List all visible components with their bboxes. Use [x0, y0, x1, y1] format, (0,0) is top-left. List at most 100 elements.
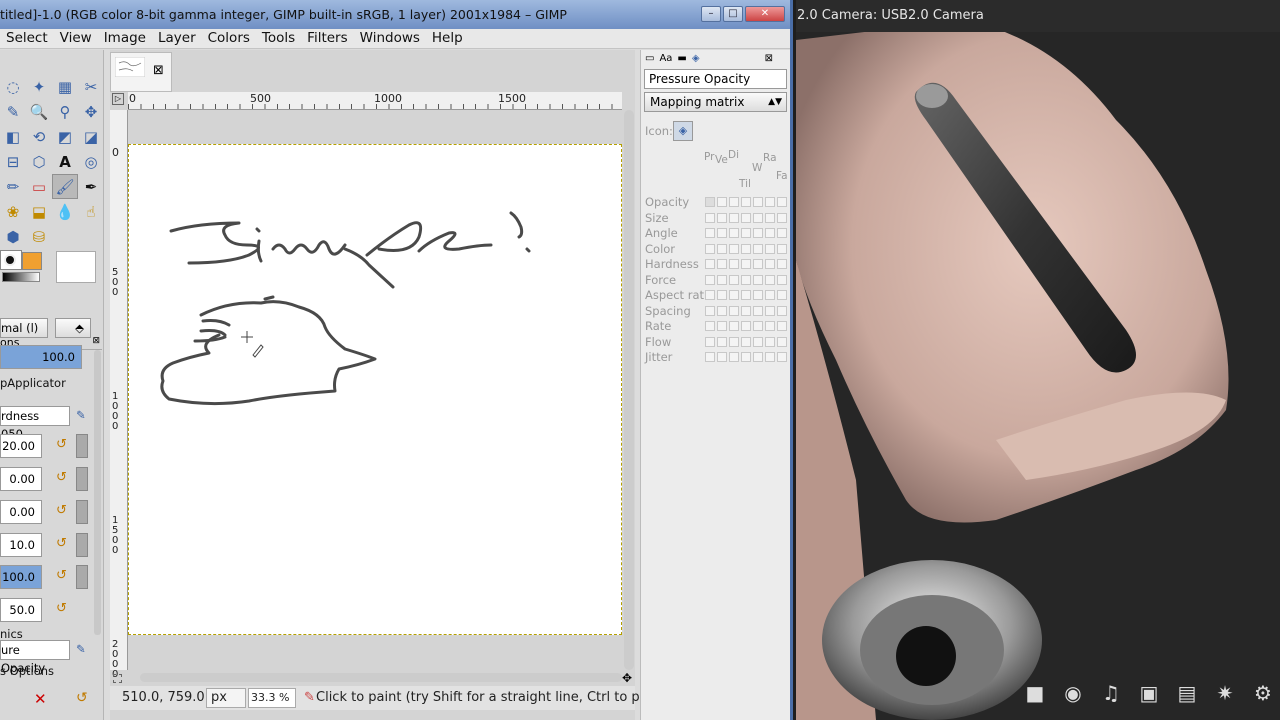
- row-size-checks[interactable]: [705, 213, 787, 223]
- close-tab-icon[interactable]: ⊠: [153, 63, 164, 78]
- menu-tools[interactable]: Tools: [256, 29, 301, 48]
- blur-icon[interactable]: 💧: [52, 199, 78, 224]
- music-icon[interactable]: ♫: [1094, 678, 1128, 708]
- dynamics-name-field[interactable]: Pressure Opacity: [644, 69, 787, 89]
- rotate-icon[interactable]: ◪: [78, 124, 104, 149]
- hardness-field[interactable]: 100.0: [0, 565, 42, 589]
- quick-mask-icon[interactable]: [113, 674, 122, 683]
- align-icon[interactable]: ◧: [0, 124, 26, 149]
- row-spacing-checks[interactable]: [705, 306, 787, 316]
- shear-icon[interactable]: ⬡: [26, 149, 52, 174]
- horizontal-scrollbar[interactable]: [140, 673, 622, 682]
- reset-aspect-icon[interactable]: ↺: [56, 470, 67, 485]
- dynamics-select[interactable]: ure Opacity: [0, 640, 70, 675]
- delete-icon[interactable]: ✕: [34, 690, 47, 708]
- aspect-ratio-field[interactable]: 0.00: [0, 467, 42, 491]
- zoom-icon[interactable]: 🔍: [26, 99, 52, 124]
- clone-icon[interactable]: ❀: [0, 199, 26, 224]
- move-icon[interactable]: ✥: [78, 99, 104, 124]
- tab-dynamics-editor-icon[interactable]: ◈: [692, 53, 700, 64]
- hardness-link-button[interactable]: [76, 565, 88, 589]
- size-link-button[interactable]: [76, 434, 88, 458]
- menu-select[interactable]: Select: [0, 29, 54, 48]
- photo-icon[interactable]: ▣: [1132, 678, 1166, 708]
- panel-menu-icon[interactable]: ⊠: [92, 336, 100, 346]
- scissors-icon[interactable]: ✂: [78, 74, 104, 99]
- reset-angle-icon[interactable]: ↺: [56, 503, 67, 518]
- dynamics-icon-button[interactable]: ◈: [673, 121, 693, 141]
- row-rate-checks[interactable]: [705, 321, 787, 331]
- fuzzy-select-icon[interactable]: ✦: [26, 74, 52, 99]
- size-field[interactable]: 20.00: [0, 434, 42, 458]
- menu-windows[interactable]: Windows: [354, 29, 426, 48]
- tab-gradients-icon[interactable]: ▬: [677, 53, 686, 64]
- horizontal-ruler[interactable]: 0 500 1000 1500: [128, 92, 622, 110]
- menu-image[interactable]: Image: [98, 29, 152, 48]
- image-tab[interactable]: ⊠: [110, 52, 172, 92]
- measure-icon[interactable]: ⚲: [52, 99, 78, 124]
- maximize-button[interactable]: □: [723, 6, 743, 22]
- scale-icon[interactable]: ⊟: [0, 149, 26, 174]
- row-force-checks[interactable]: [705, 275, 787, 285]
- transform-icon[interactable]: ⟲: [26, 124, 52, 149]
- reset-hardness-icon[interactable]: ↺: [56, 568, 67, 583]
- row-hardness-checks[interactable]: [705, 259, 787, 269]
- reset-size-icon[interactable]: ↺: [56, 437, 67, 452]
- vertical-scrollbar[interactable]: [624, 110, 634, 670]
- smudge-icon[interactable]: ☝: [78, 199, 104, 224]
- row-opacity-checks[interactable]: [705, 197, 787, 207]
- dodge-burn-icon[interactable]: ⬢: [0, 224, 26, 249]
- mypaint-brush-icon[interactable]: 🖌: [52, 174, 78, 199]
- camera-lens-icon[interactable]: ◉: [1056, 678, 1090, 708]
- heal-icon[interactable]: ⬓: [26, 199, 52, 224]
- row-jitter-checks[interactable]: [705, 352, 787, 362]
- bucket-fill-icon[interactable]: ⛁: [26, 224, 52, 249]
- ruler-corner[interactable]: ▷: [112, 93, 124, 105]
- text-icon[interactable]: A: [52, 149, 78, 174]
- edit-dynamics-icon[interactable]: ✎: [76, 642, 86, 656]
- minimize-button[interactable]: –: [701, 6, 721, 22]
- dock-close-icon[interactable]: ⊠: [765, 53, 773, 64]
- navigate-icon[interactable]: ✥: [622, 671, 632, 685]
- menu-view[interactable]: View: [54, 29, 98, 48]
- menu-layer[interactable]: Layer: [152, 29, 202, 48]
- close-button[interactable]: ✕: [745, 6, 785, 22]
- menu-help[interactable]: Help: [426, 29, 469, 48]
- select-by-color-icon[interactable]: ▦: [52, 74, 78, 99]
- blend-options[interactable]: ⬘: [55, 318, 91, 338]
- reset-spacing-icon[interactable]: ↺: [56, 536, 67, 551]
- color-picker-icon[interactable]: ◎: [78, 149, 104, 174]
- menu-colors[interactable]: Colors: [202, 29, 256, 48]
- spacing-field[interactable]: 10.0: [0, 533, 42, 557]
- square-icon[interactable]: ■: [1018, 678, 1052, 708]
- reset-force-icon[interactable]: ↺: [56, 601, 67, 616]
- paths-icon[interactable]: ✎: [0, 99, 26, 124]
- row-flow-checks[interactable]: [705, 337, 787, 347]
- opacity-slider[interactable]: 100.0: [0, 345, 82, 369]
- pencil-icon[interactable]: ✏: [0, 174, 26, 199]
- effects-icon[interactable]: ✷: [1208, 678, 1242, 708]
- mapping-select[interactable]: Mapping matrix ▲▼: [644, 92, 787, 112]
- film-icon[interactable]: ▤: [1170, 678, 1204, 708]
- options-scrollbar[interactable]: [94, 350, 101, 635]
- reset-options-icon[interactable]: ↺: [76, 690, 88, 706]
- brush-select[interactable]: rdness 050: [0, 406, 70, 441]
- eraser-icon[interactable]: ▭: [26, 174, 52, 199]
- angle-field[interactable]: 0.00: [0, 500, 42, 524]
- row-aspect-ratio-checks[interactable]: [705, 290, 787, 300]
- unit-select[interactable]: px: [206, 688, 246, 708]
- row-color-checks[interactable]: [705, 244, 787, 254]
- aspect-link-button[interactable]: [76, 467, 88, 491]
- tab-dynamics-icon[interactable]: ▭: [645, 53, 654, 64]
- menu-filters[interactable]: Filters: [301, 29, 353, 48]
- tab-fonts-icon[interactable]: Aa: [659, 53, 672, 64]
- gear-icon[interactable]: ⚙: [1246, 678, 1280, 708]
- drawing-canvas[interactable]: [128, 144, 622, 635]
- crop-icon[interactable]: ◩: [52, 124, 78, 149]
- zoom-select[interactable]: 33.3 %: [248, 688, 296, 708]
- row-angle-checks[interactable]: [705, 228, 787, 238]
- angle-link-button[interactable]: [76, 500, 88, 524]
- mode-select[interactable]: mal (l): [0, 318, 48, 338]
- ink-icon[interactable]: ✒: [78, 174, 104, 199]
- vertical-ruler[interactable]: 0 5 0 0 1 0 0 0 1 5 0 0 2 0 0 0: [110, 110, 128, 680]
